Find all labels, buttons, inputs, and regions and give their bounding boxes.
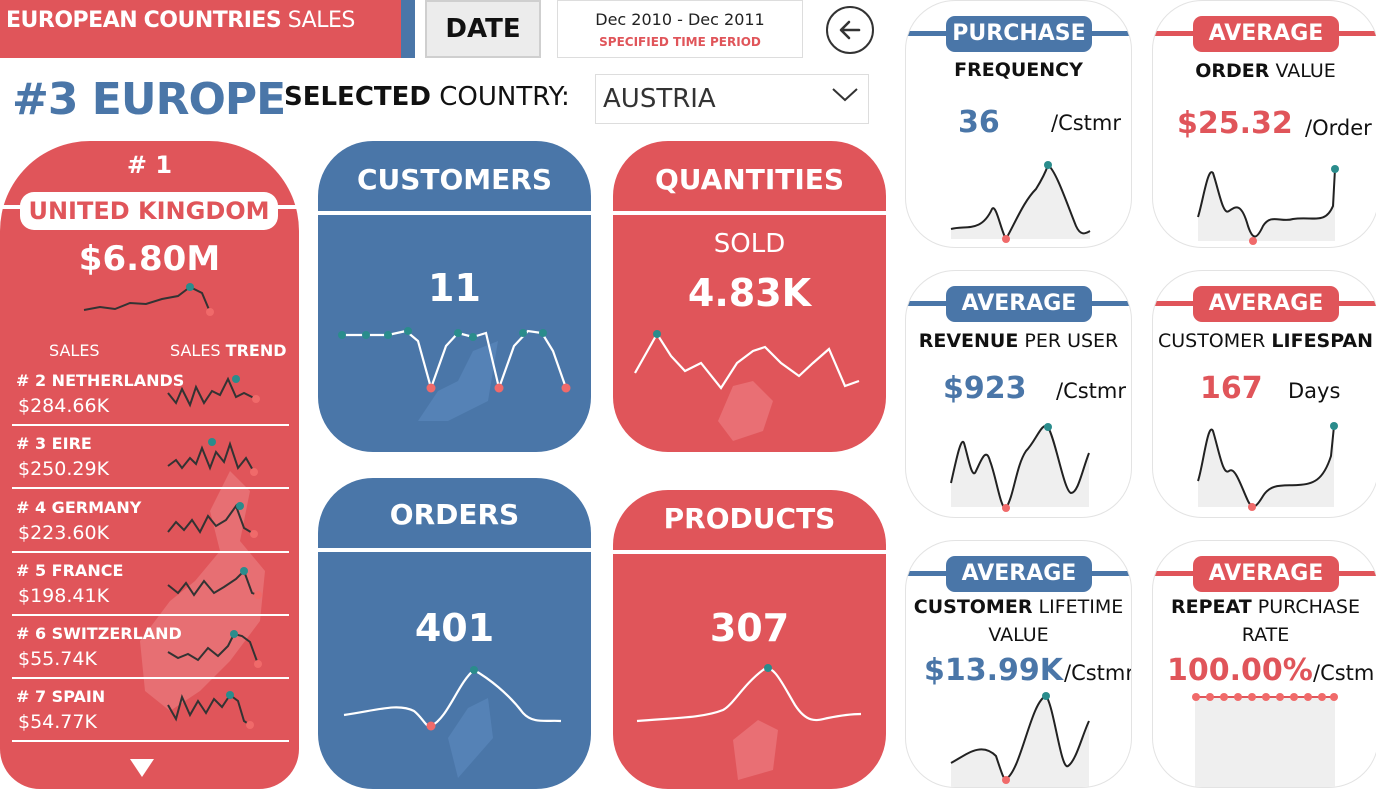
country-name: # 6 SWITZERLAND [16, 624, 182, 643]
average-order-value-card: AVERAGE ORDER VALUE $25.32 /Order [1152, 0, 1376, 248]
top-country-name: UNITED KINGDOM [20, 192, 278, 230]
average-customer-lifetime-value-sparkline [950, 692, 1090, 787]
country-dropdown[interactable]: AUSTRIA [595, 74, 869, 124]
chevron-down-icon [830, 85, 860, 111]
products-sparkline [636, 664, 862, 780]
average-repeat-purchase-rate-card: AVERAGE REPEAT PURCHASE RATE 100.00% /Cs… [1152, 540, 1376, 788]
country-name: # 4 GERMANY [16, 498, 142, 517]
date-range: Dec 2010 - Dec 2011 [595, 10, 765, 29]
top-country-rank: # 1 [126, 151, 173, 179]
page-title: EUROPEAN COUNTRIES SALES [6, 8, 355, 33]
country-row[interactable]: # 5 FRANCE $198.41K [12, 553, 289, 616]
average-revenue-per-user-sparkline [950, 423, 1090, 512]
country-sales-trend-sparkline [167, 375, 260, 408]
country-dropdown-value: AUSTRIA [603, 84, 716, 114]
title-bar: EUROPEAN COUNTRIES SALES [0, 0, 415, 58]
orders-card: ORDERS 401 [318, 478, 591, 789]
average-customer-lifetime-value-card: AVERAGE CUSTOMER LIFETIME VALUE $13.99K … [905, 540, 1132, 788]
country-sales: $55.74K [18, 648, 97, 670]
country-ranking-panel: # 1 UNITED KINGDOM $6.80M SALES SALES TR… [0, 141, 299, 789]
country-sales-trend-sparkline [167, 438, 258, 476]
quantities-sparkline [634, 330, 860, 441]
country-row[interactable]: # 6 SWITZERLAND $55.74K [12, 616, 289, 679]
country-row[interactable]: # 3 EIRE $250.29K [12, 426, 289, 489]
date-range-box: Dec 2010 - Dec 2011 SPECIFIED TIME PERIO… [557, 0, 803, 58]
customers-sparkline [338, 327, 571, 421]
country-row[interactable]: # 7 SPAIN $54.77K [12, 679, 289, 742]
country-sales: $223.60K [18, 522, 110, 544]
purchase-frequency-sparkline [950, 161, 1091, 243]
country-row[interactable]: # 2 NETHERLANDS $284.66K [12, 363, 289, 426]
region-rank-title: #3 EUROPE [12, 74, 286, 125]
back-arrow-icon[interactable] [826, 6, 874, 54]
customers-card: CUSTOMERS 11 [318, 141, 591, 452]
average-revenue-per-user-card: AVERAGE REVENUE PER USER $923 /Cstmr [905, 270, 1132, 518]
average-customer-lifespan-card: AVERAGE CUSTOMER LIFESPAN 167 Days [1152, 270, 1376, 518]
country-sales-trend-sparkline [167, 502, 258, 538]
country-sales: $54.77K [18, 711, 97, 733]
country-sales-trend-sparkline [167, 567, 262, 599]
country-name: # 5 FRANCE [16, 561, 124, 580]
country-sales-trend-sparkline [167, 630, 262, 668]
title-accent [401, 0, 415, 58]
date-button[interactable]: DATE [425, 0, 541, 58]
date-caption: SPECIFIED TIME PERIOD [599, 35, 761, 49]
country-sales: $250.29K [18, 458, 110, 480]
country-sales-trend-sparkline [167, 691, 254, 729]
orders-sparkline [343, 666, 562, 778]
average-repeat-purchase-rate-sparkline [1192, 693, 1338, 787]
country-name: # 7 SPAIN [16, 687, 106, 706]
average-customer-lifespan-sparkline [1197, 422, 1338, 511]
sales-trend-column-header: SALES TREND [170, 341, 287, 360]
selected-country-label: SELECTED COUNTRY: [284, 82, 570, 112]
country-row[interactable]: # 4 GERMANY $223.60K [12, 490, 289, 553]
country-name: # 3 EIRE [16, 434, 92, 453]
sales-column-header: SALES [49, 341, 100, 360]
average-order-value-sparkline [1197, 165, 1339, 245]
country-sales: $284.66K [18, 395, 110, 417]
quantities-card: QUANTITIES SOLD 4.83K [613, 141, 886, 452]
purchase-frequency-card: PURCHASE FREQUENCY 36 /Cstmr [905, 0, 1132, 248]
products-card: PRODUCTS 307 [613, 490, 886, 789]
top-country-sales: $6.80M [78, 239, 221, 279]
country-sales: $198.41K [18, 585, 110, 607]
country-name: # 2 NETHERLANDS [16, 371, 185, 390]
top-country-sparkline [83, 283, 214, 316]
scroll-down-icon[interactable] [130, 759, 154, 777]
